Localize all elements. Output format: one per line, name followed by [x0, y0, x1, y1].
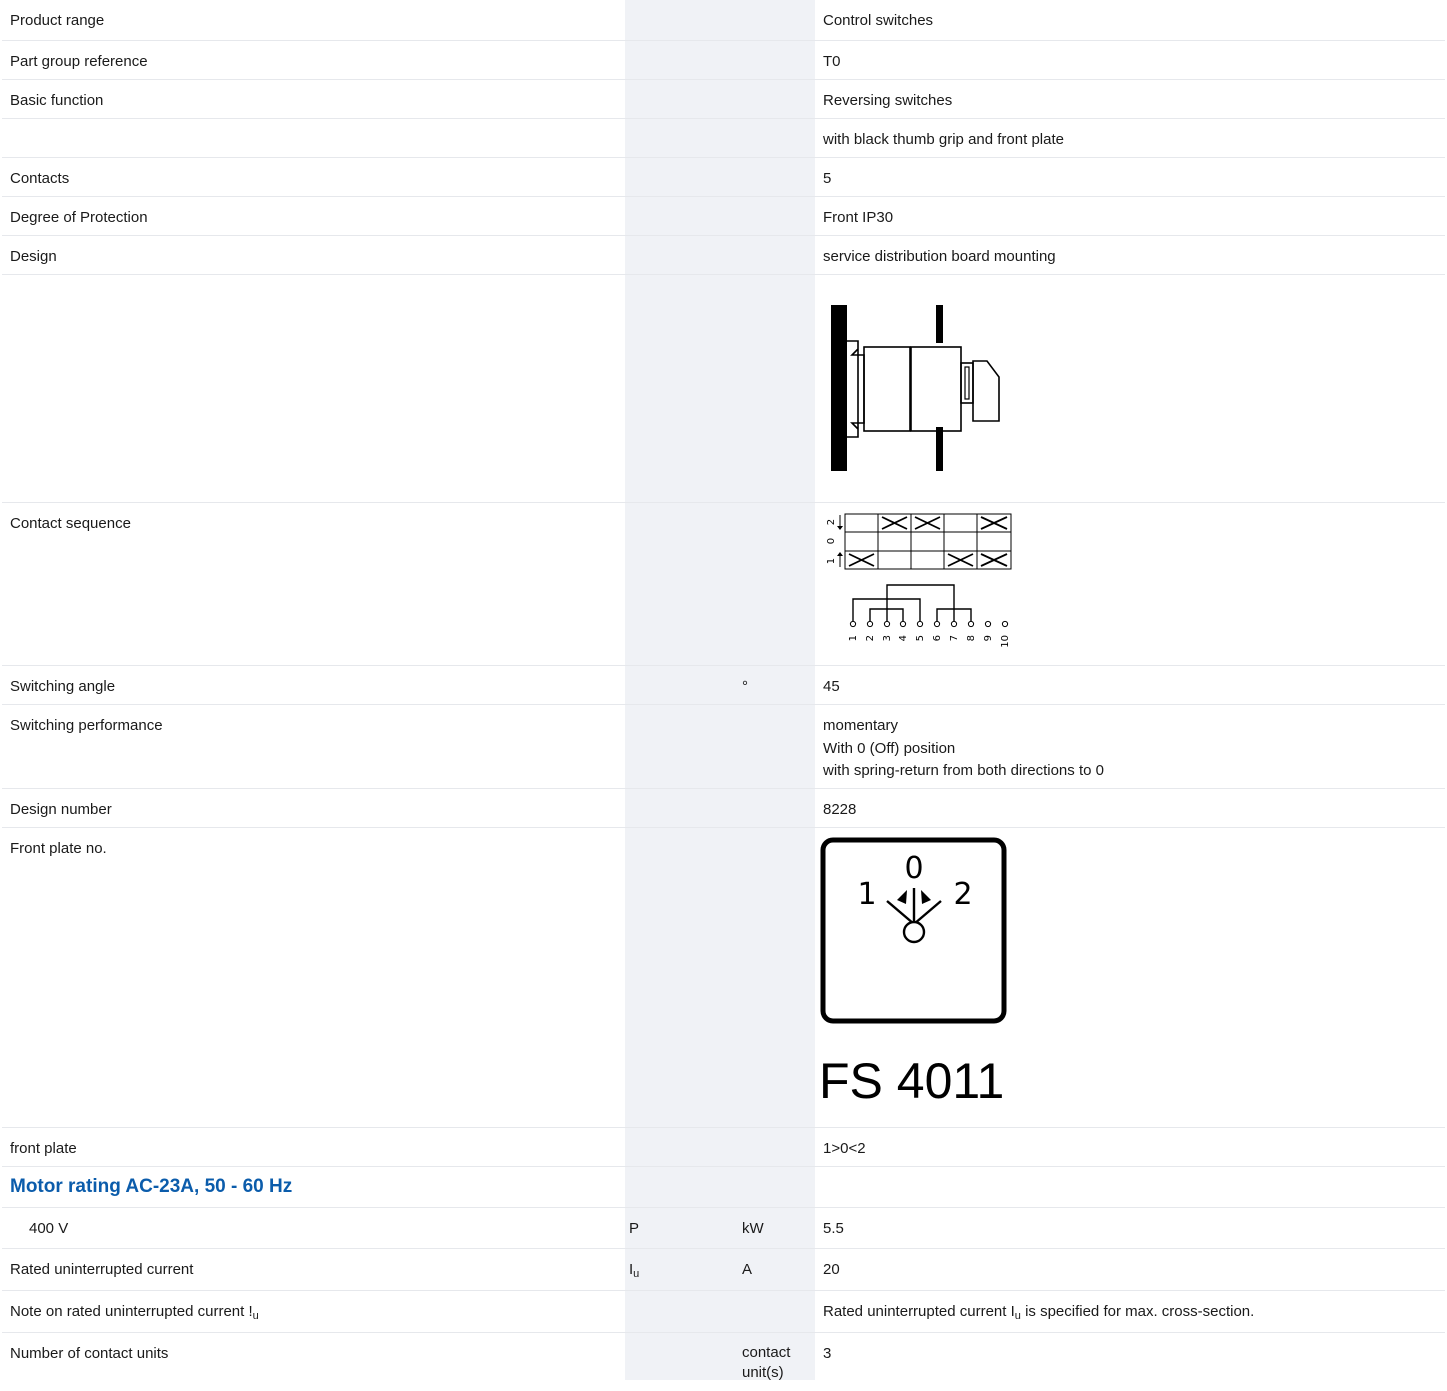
label: Switching performance	[2, 705, 625, 789]
label: Number of contact units	[2, 1333, 625, 1391]
value: service distribution board mounting	[815, 236, 1445, 275]
label: Basic function	[2, 80, 625, 119]
row-switching-performance: Switching performance momentary With 0 (…	[2, 705, 1445, 789]
unit: contactunit(s)	[738, 1333, 815, 1391]
label: front plate	[2, 1128, 625, 1167]
row-basic-function: Basic function Reversing switches	[2, 80, 1445, 119]
terminal-label: 3	[882, 635, 893, 641]
row-basic-function-extra: with black thumb grip and front plate	[2, 119, 1445, 158]
unit: kW	[738, 1208, 815, 1249]
section-heading: Motor rating AC-23A, 50 - 60 Hz	[2, 1167, 625, 1208]
plate-position-2: 2	[953, 877, 972, 912]
terminal-label: 9	[983, 635, 994, 641]
value-line: with spring-return from both directions …	[823, 760, 1437, 783]
contact-sequence-diagram: 2 0 1	[823, 513, 1023, 653]
terminal-label: 1	[848, 635, 859, 641]
row-product-range: Product range Control switches	[2, 0, 1445, 41]
terminal-label: 2	[865, 635, 876, 641]
label: Note on rated uninterrupted current !u	[2, 1291, 625, 1333]
position-label-2: 2	[826, 519, 837, 525]
row-switching-angle: Switching angle ° 45	[2, 666, 1445, 705]
row-front-plate-no: Front plate no. 0 1 2 FS 4011	[2, 828, 1445, 1128]
row-degree-of-protection: Degree of Protection Front IP30	[2, 197, 1445, 236]
row-design-drawing	[2, 275, 1445, 503]
terminal-label: 10	[1000, 635, 1011, 648]
row-part-group: Part group reference T0	[2, 41, 1445, 80]
label	[2, 119, 625, 158]
datasheet: Product range Control switches Part grou…	[2, 0, 1445, 1391]
value: 1>0<2	[815, 1128, 1445, 1167]
value: with black thumb grip and front plate	[815, 119, 1445, 158]
label: Rated uninterrupted current	[2, 1249, 625, 1291]
front-plate-code: FS 4011	[819, 1053, 1004, 1109]
value: Front IP30	[815, 197, 1445, 236]
symbol: Iu	[625, 1249, 738, 1291]
label: Part group reference	[2, 41, 625, 80]
row-rated-current: Rated uninterrupted current Iu A 20	[2, 1249, 1445, 1291]
label: Contacts	[2, 158, 625, 197]
row-design: Design service distribution board mounti…	[2, 236, 1445, 275]
label: Product range	[2, 0, 625, 41]
row-contact-sequence: Contact sequence 2 0 1	[2, 503, 1445, 666]
unit: °	[738, 666, 815, 705]
row-section-motor-rating: Motor rating AC-23A, 50 - 60 Hz	[2, 1167, 1445, 1208]
value: T0	[815, 41, 1445, 80]
unit: A	[738, 1249, 815, 1291]
spec-table: Product range Control switches Part grou…	[2, 0, 1445, 1391]
row-current-note: Note on rated uninterrupted current !u R…	[2, 1291, 1445, 1333]
row-design-number: Design number 8228	[2, 789, 1445, 828]
terminal-label: 5	[915, 635, 926, 641]
position-label-0: 0	[826, 538, 837, 544]
value: 45	[815, 666, 1445, 705]
label: Degree of Protection	[2, 197, 625, 236]
value: Rated uninterrupted current Iu is specif…	[815, 1291, 1445, 1333]
value-line: With 0 (Off) position	[823, 738, 1437, 761]
value: 5.5	[815, 1208, 1445, 1249]
value-line: momentary	[823, 715, 1437, 738]
mounting-drawing	[823, 293, 1013, 473]
label: 400 V	[2, 1208, 625, 1249]
terminal-label: 4	[898, 635, 909, 641]
terminal-label: 6	[932, 635, 943, 641]
symbol: P	[625, 1208, 738, 1249]
plate-position-1: 1	[857, 877, 876, 912]
label: Contact sequence	[2, 503, 625, 666]
position-label-1: 1	[826, 558, 837, 564]
row-contact-units: Number of contact units contactunit(s) 3	[2, 1333, 1445, 1391]
label: Design	[2, 236, 625, 275]
terminal-label: 8	[966, 635, 977, 641]
row-motor-400v: 400 V P kW 5.5	[2, 1208, 1445, 1249]
front-plate-drawing: 0 1 2 FS 4011	[815, 828, 1015, 1118]
plate-position-0: 0	[904, 851, 923, 886]
label: Design number	[2, 789, 625, 828]
row-front-plate: front plate 1>0<2	[2, 1128, 1445, 1167]
row-contacts: Contacts 5	[2, 158, 1445, 197]
value: Control switches	[815, 0, 1445, 41]
label: Front plate no.	[2, 828, 625, 1128]
value: 8228	[815, 789, 1445, 828]
value: 3	[815, 1333, 1445, 1391]
value: Reversing switches	[815, 80, 1445, 119]
label: Switching angle	[2, 666, 625, 705]
terminal-label: 7	[949, 635, 960, 641]
value: 5	[815, 158, 1445, 197]
value: 20	[815, 1249, 1445, 1291]
